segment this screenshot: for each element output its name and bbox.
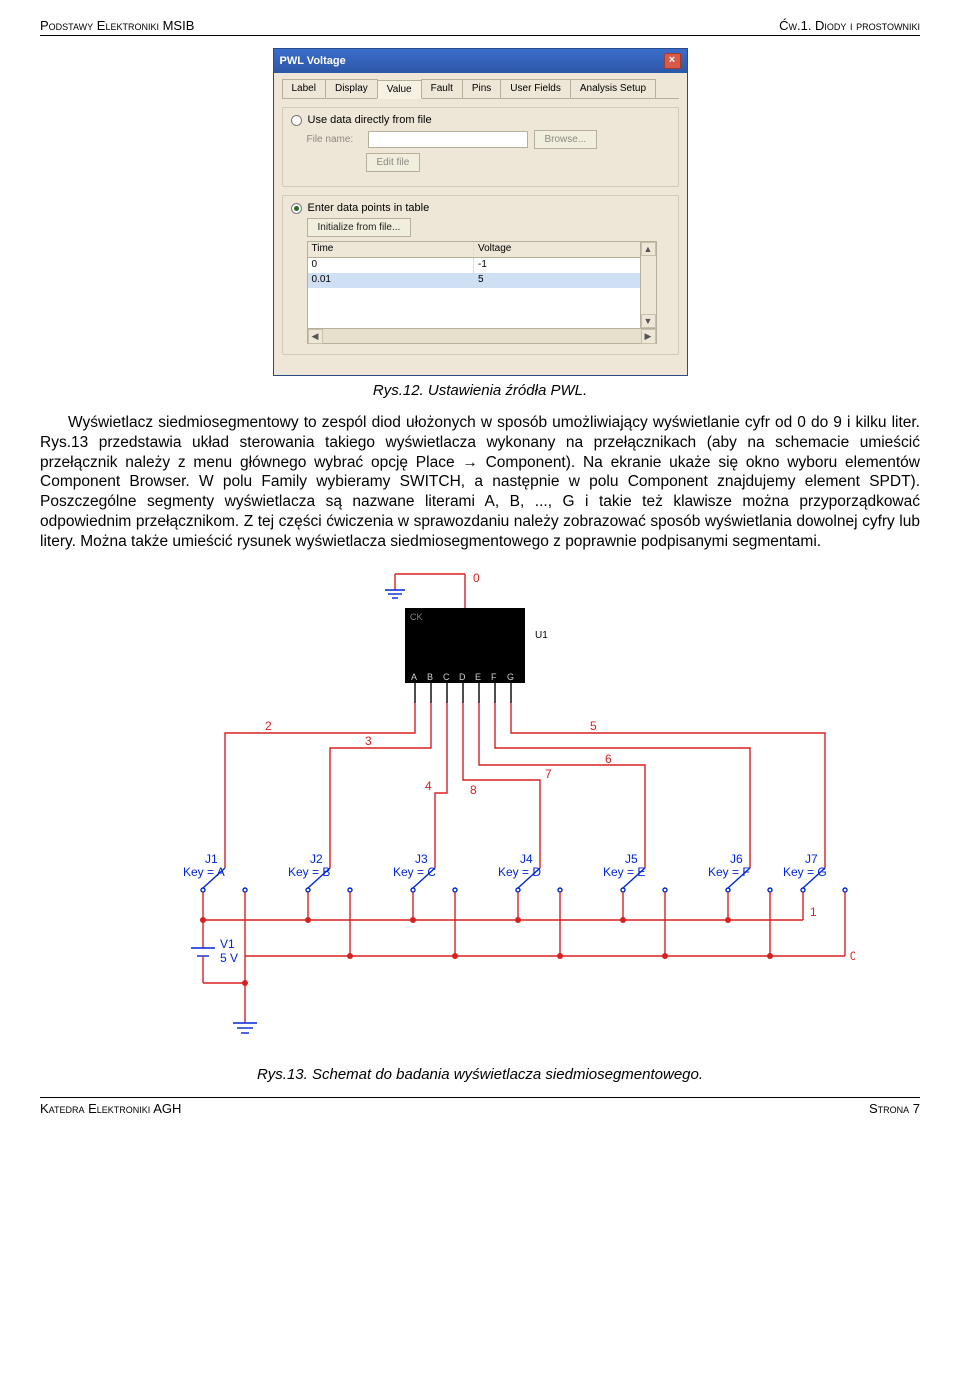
table-row[interactable]: 0.01 5 (308, 273, 640, 288)
cell-volt-1[interactable]: 5 (474, 273, 640, 288)
svg-text:B: B (427, 672, 433, 682)
figure13-caption: Rys.13. Schemat do badania wyświetlacza … (40, 1066, 920, 1083)
svg-text:E: E (475, 672, 481, 682)
svg-text:A: A (411, 672, 417, 682)
cell-time-0[interactable]: 0 (308, 258, 475, 273)
svg-text:7: 7 (545, 767, 552, 781)
figure12-caption: Rys.12. Ustawienia źródła PWL. (40, 382, 920, 399)
tab-display[interactable]: Display (325, 79, 378, 98)
svg-text:J7: J7 (805, 852, 818, 866)
svg-text:J2: J2 (310, 852, 323, 866)
svg-text:6: 6 (605, 752, 612, 766)
header-right: Ćw.1. Diody i prostowniki (779, 18, 920, 33)
footer-right: Strona 7 (869, 1101, 920, 1116)
col-time[interactable]: Time (308, 242, 475, 257)
pwl-dialog-figure: PWL Voltage × Label Display Value Fault … (40, 48, 920, 376)
table-source-group: Enter data points in table Initialize fr… (282, 195, 679, 355)
switch-j6: J6 Key = F (708, 852, 772, 892)
svg-text:F: F (491, 672, 497, 682)
svg-text:Key = G: Key = G (783, 865, 827, 879)
scroll-left-icon[interactable]: ◀ (308, 329, 323, 344)
table-row[interactable]: 0 -1 (308, 258, 640, 273)
svg-text:Key = A: Key = A (183, 865, 225, 879)
svg-text:G: G (507, 672, 514, 682)
switch-j1: J1 Key = A (183, 852, 247, 892)
svg-text:J6: J6 (730, 852, 743, 866)
svg-text:1: 1 (810, 905, 817, 919)
svg-text:J4: J4 (520, 852, 533, 866)
svg-text:5 V: 5 V (220, 951, 238, 965)
dialog-tabs: Label Display Value Fault Pins User Fiel… (282, 79, 679, 99)
close-button[interactable]: × (664, 53, 681, 69)
svg-text:D: D (459, 672, 466, 682)
tab-label[interactable]: Label (282, 79, 326, 98)
svg-text:J5: J5 (625, 852, 638, 866)
radio-file-row[interactable]: Use data directly from file (291, 114, 670, 126)
tab-analysis-setup[interactable]: Analysis Setup (570, 79, 656, 98)
svg-text:3: 3 (365, 734, 372, 748)
svg-text:Key = B: Key = B (288, 865, 330, 879)
hscrollbar[interactable]: ◀ ▶ (308, 328, 656, 343)
col-voltage[interactable]: Voltage (474, 242, 640, 257)
page-footer: Katedra Elektroniki AGH Strona 7 (40, 1097, 920, 1116)
svg-text:C: C (443, 672, 450, 682)
svg-text:Key = D: Key = D (498, 865, 541, 879)
svg-text:8: 8 (470, 783, 477, 797)
switch-j2: J2 Key = B (288, 852, 352, 892)
dialog-titlebar: PWL Voltage × (274, 49, 687, 73)
svg-text:4: 4 (425, 779, 432, 793)
initialize-from-file-button[interactable]: Initialize from file... (307, 218, 412, 237)
scroll-down-icon[interactable]: ▼ (641, 314, 656, 328)
switch-j3: J3 Key = C (393, 852, 457, 892)
svg-text:J1: J1 (205, 852, 218, 866)
radio-table[interactable] (291, 203, 302, 214)
ck-label: CK (410, 612, 423, 622)
svg-text:V1: V1 (220, 937, 235, 951)
footer-left: Katedra Elektroniki AGH (40, 1101, 181, 1116)
svg-text:Key = E: Key = E (603, 865, 645, 879)
tab-pins[interactable]: Pins (462, 79, 501, 98)
u1-label: U1 (535, 630, 548, 641)
file-name-label: File name: (307, 134, 362, 145)
dialog-title: PWL Voltage (280, 55, 346, 67)
svg-text:0: 0 (473, 571, 480, 585)
scroll-right-icon[interactable]: ▶ (641, 329, 656, 344)
svg-text:J3: J3 (415, 852, 428, 866)
schematic-svg: CK U1 A B C D E F G 0 (105, 568, 855, 1058)
svg-text:5: 5 (590, 719, 597, 733)
cell-volt-0[interactable]: -1 (474, 258, 640, 273)
page-header: Podstawy Elektroniki MSIB Ćw.1. Diody i … (40, 18, 920, 36)
radio-table-row[interactable]: Enter data points in table (291, 202, 670, 214)
cell-time-1[interactable]: 0.01 (308, 273, 475, 288)
scroll-up-icon[interactable]: ▲ (641, 242, 656, 256)
svg-text:2: 2 (265, 719, 272, 733)
edit-file-button[interactable]: Edit file (366, 153, 421, 172)
svg-text:0: 0 (850, 949, 855, 963)
switch-j4: J4 Key = D (498, 852, 562, 892)
browse-button[interactable]: Browse... (534, 130, 598, 149)
tab-fault[interactable]: Fault (421, 79, 463, 98)
header-left: Podstawy Elektroniki MSIB (40, 18, 194, 33)
radio-file[interactable] (291, 115, 302, 126)
pwl-dialog: PWL Voltage × Label Display Value Fault … (273, 48, 688, 376)
svg-text:Key = F: Key = F (708, 865, 750, 879)
switch-j7: J7 Key = G (783, 852, 847, 892)
file-source-group: Use data directly from file File name: B… (282, 107, 679, 187)
data-points-table[interactable]: Time Voltage 0 -1 0.01 5 (307, 241, 657, 344)
file-name-field[interactable] (368, 131, 528, 148)
main-paragraph: Wyświetlacz siedmiosegmentowy to zespól … (40, 413, 920, 552)
radio-file-label: Use data directly from file (308, 114, 432, 126)
svg-text:Key = C: Key = C (393, 865, 436, 879)
tab-value[interactable]: Value (377, 80, 422, 99)
figure13-schematic: CK U1 A B C D E F G 0 (40, 568, 920, 1058)
vscrollbar[interactable]: ▲ ▼ (640, 242, 656, 328)
radio-table-label: Enter data points in table (308, 202, 430, 214)
switch-j5: J5 Key = E (603, 852, 667, 892)
tab-user-fields[interactable]: User Fields (500, 79, 571, 98)
